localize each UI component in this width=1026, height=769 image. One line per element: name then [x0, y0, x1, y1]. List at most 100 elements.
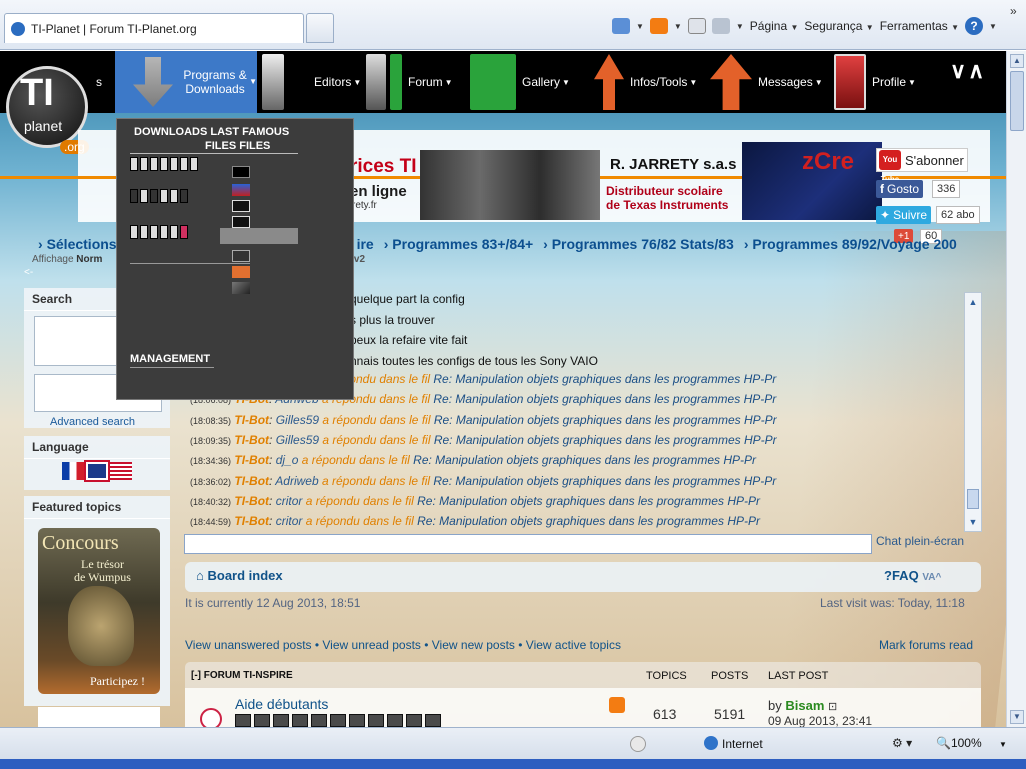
chat-scrollbar[interactable]: ▲ ▼: [964, 292, 982, 532]
menu-columns-heading: DOWNLOADS LAST FAMOUS: [134, 126, 290, 138]
advanced-search-link[interactable]: Advanced search: [50, 416, 135, 428]
tools-menu[interactable]: Ferramentas ▼: [880, 19, 959, 33]
chevron-down-icon[interactable]: ▼: [736, 22, 744, 31]
crumb-link[interactable]: › Programmes 76/82 Stats/83: [543, 236, 734, 258]
scrollbar-thumb[interactable]: [967, 489, 979, 509]
nav-item-forum[interactable]: Forum ▼: [366, 51, 468, 113]
back-link[interactable]: <-: [24, 267, 33, 278]
view-latest-post-icon[interactable]: ⊡: [828, 701, 837, 713]
chat-message: (18:40:32) TI-Bot: critor a répondu dans…: [190, 493, 760, 508]
home-icon: ⌂: [196, 568, 204, 583]
chat-user-link[interactable]: Adriweb: [275, 474, 318, 488]
featured-topic-image-2[interactable]: [38, 707, 160, 727]
protected-mode-icon[interactable]: [630, 736, 646, 752]
facebook-count: 336: [932, 180, 961, 198]
mail-icon[interactable]: [687, 18, 706, 34]
scroll-up-icon[interactable]: ▲: [966, 295, 980, 309]
last-file-thumb[interactable]: [232, 166, 250, 178]
rss-icon[interactable]: [609, 697, 625, 713]
nav-item-editors[interactable]: Editors ▼: [262, 51, 367, 113]
crumb-link[interactable]: › Programmes 89/92/Voyage 200: [744, 236, 957, 258]
nav-item-gallery[interactable]: Gallery ▼: [470, 51, 572, 113]
messages-icon: [710, 54, 752, 110]
home-icon[interactable]: [612, 18, 630, 34]
chat-topic-link[interactable]: Re: Manipulation objets graphiques dans …: [434, 433, 777, 447]
site-logo[interactable]: TI planet .org: [2, 56, 89, 166]
page-menu[interactable]: Página ▼: [750, 19, 799, 33]
chat-topic-link[interactable]: Re: Manipulation objets graphiques dans …: [433, 372, 776, 386]
uk-flag-icon[interactable]: [84, 460, 110, 482]
downloads-calc-icons[interactable]: [130, 225, 188, 239]
subforum-icons: [235, 714, 457, 728]
page-scrollbar[interactable]: ▲ ▼: [1006, 51, 1026, 727]
print-icon[interactable]: [711, 18, 730, 34]
facebook-like-button[interactable]: f Gosto: [876, 180, 924, 198]
chat-topic-link[interactable]: Re: Manipulation objets graphiques dans …: [413, 453, 756, 467]
chat-user-link[interactable]: critor: [276, 494, 303, 508]
scroll-down-icon[interactable]: ▼: [1010, 710, 1024, 724]
scroll-up-icon[interactable]: ▲: [1010, 54, 1024, 68]
youtube-subscribe-button[interactable]: You Tube S'abonner: [876, 148, 968, 184]
chat-topic-link[interactable]: Re: Manipulation objets graphiques dans …: [417, 494, 760, 508]
chevron-down-icon[interactable]: ▼: [674, 22, 682, 31]
last-file-thumb[interactable]: [232, 216, 250, 228]
chat-user-link[interactable]: critor: [276, 514, 303, 528]
highlighted-file[interactable]: [220, 228, 298, 244]
chat-user-link[interactable]: Gilles59: [276, 413, 319, 427]
new-tab-button[interactable]: [306, 13, 334, 43]
last-file-thumb[interactable]: [232, 250, 250, 262]
browser-tab-active[interactable]: TI-Planet | Forum TI-Planet.org: [4, 13, 304, 43]
help-icon[interactable]: ?: [965, 17, 984, 35]
nav-item-tools[interactable]: s: [96, 51, 114, 113]
crumb-link[interactable]: › Programmes 83+/84+: [384, 236, 533, 258]
chevron-down-icon[interactable]: ▼: [636, 22, 644, 31]
banner-zcreate[interactable]: zCre: [742, 142, 882, 220]
chat-topic-link[interactable]: Re: Manipulation objets graphiques dans …: [433, 392, 776, 406]
chat-topic-link[interactable]: Re: Manipulation objets graphiques dans …: [433, 474, 776, 488]
downloads-calc-icons[interactable]: [130, 189, 188, 203]
nav-item-messages[interactable]: Messages ▼: [710, 51, 832, 113]
scroll-down-icon[interactable]: ▼: [966, 515, 980, 529]
twitter-follow-button[interactable]: ✦ Suivre: [876, 206, 932, 224]
forum-category-title[interactable]: [-] FORUM TI-NSPIRE: [191, 670, 293, 681]
chat-message: (18:36:02) TI-Bot: Adriweb a répondu dan…: [190, 473, 777, 488]
nav-item-profile[interactable]: Profile ▼: [834, 51, 938, 113]
board-index-link[interactable]: ⌂ Board index: [196, 568, 283, 583]
author-link[interactable]: Bisam: [785, 698, 824, 713]
chat-fullscreen-link[interactable]: Chat plein-écran: [876, 534, 964, 548]
last-file-thumb[interactable]: [232, 184, 250, 196]
calculator-icon: [425, 714, 441, 727]
nav-item-infos-tools[interactable]: Infos/Tools ▼: [594, 51, 710, 113]
last-file-thumb[interactable]: [232, 266, 250, 278]
chat-topic-link[interactable]: Re: Manipulation objets graphiques dans …: [434, 413, 777, 427]
featured-topic-image[interactable]: Concours Le trésor de Wumpus Participez !: [38, 528, 160, 694]
chat-topic-link[interactable]: Re: Manipulation objets graphiques dans …: [417, 514, 760, 528]
chat-message: nnais toutes les configs de tous les Son…: [350, 354, 598, 368]
faq-link[interactable]: ?FAQ VA^: [884, 568, 941, 583]
us-flag-icon[interactable]: [110, 462, 132, 480]
calculator-icon: [273, 714, 289, 727]
chat-message: (18:09:35) TI-Bot: Gilles59 a répondu da…: [190, 432, 777, 447]
french-flag-icon[interactable]: [62, 462, 84, 480]
chat-input[interactable]: [184, 534, 872, 554]
last-file-thumb[interactable]: [232, 200, 250, 212]
zone-settings-icon[interactable]: ⚙ ▾: [892, 736, 912, 750]
menu-management-heading[interactable]: MANAGEMENT: [130, 353, 210, 365]
forum-link[interactable]: Aide débutants: [235, 696, 328, 712]
scrollbar-thumb[interactable]: [1010, 71, 1024, 131]
chat-user-link[interactable]: dj_o: [276, 453, 299, 467]
font-size-icon[interactable]: VA^: [922, 572, 941, 583]
mark-forums-read-link[interactable]: Mark forums read: [879, 638, 973, 652]
zoom-level[interactable]: 🔍100% ▼: [936, 736, 1007, 750]
toolbar-overflow[interactable]: »: [1010, 4, 1017, 18]
security-zone[interactable]: Internet: [704, 736, 763, 751]
security-menu[interactable]: Segurança ▼: [804, 19, 873, 33]
collapse-header-icon[interactable]: ∨∧: [950, 58, 986, 84]
downloads-calc-icons[interactable]: [130, 157, 198, 171]
tab-title: TI-Planet | Forum TI-Planet.org: [31, 21, 197, 36]
last-file-thumb[interactable]: [232, 282, 250, 294]
nav-item-programs[interactable]: Programs & Downloads ▼: [115, 51, 257, 113]
view-posts-links[interactable]: View unanswered posts • View unread post…: [185, 638, 621, 652]
chat-user-link[interactable]: Gilles59: [276, 433, 319, 447]
rss-icon[interactable]: [649, 18, 668, 34]
